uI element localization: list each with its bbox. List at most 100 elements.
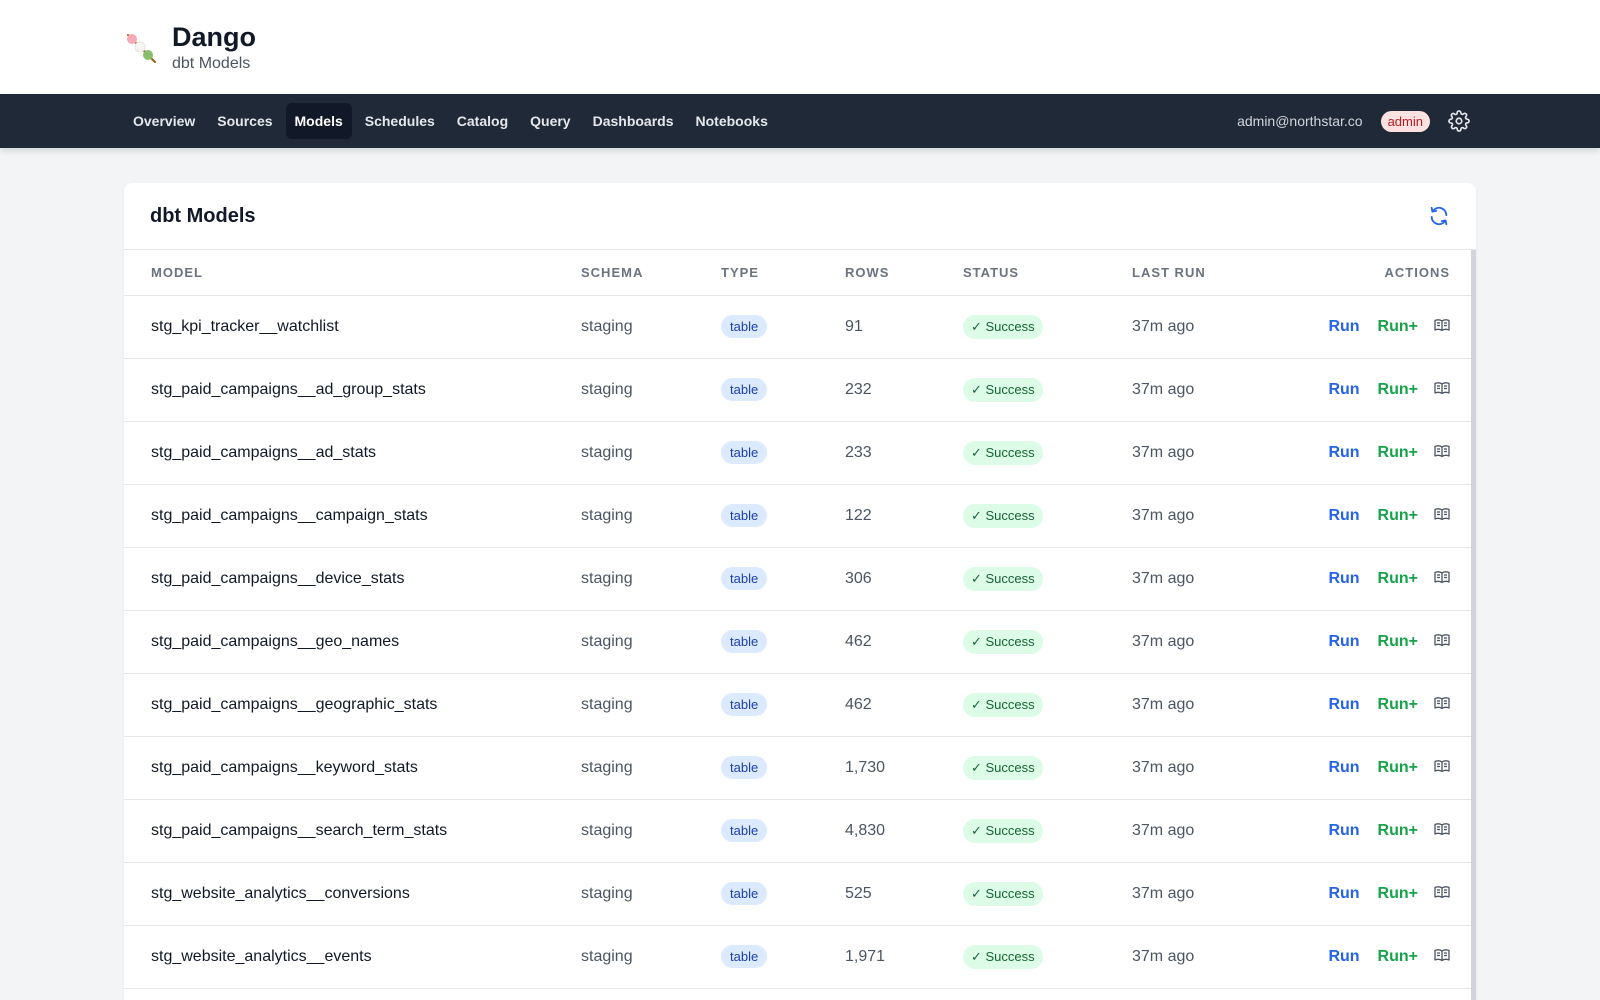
run-plus-button[interactable]: Run+ [1378, 633, 1418, 650]
run-plus-button[interactable]: Run+ [1378, 948, 1418, 965]
refresh-icon[interactable] [1428, 205, 1450, 227]
rows-cell: 525 [845, 884, 872, 902]
table-header-row: MODEL SCHEMA TYPE ROWS STATUS LAST RUN A… [124, 250, 1472, 296]
book-icon[interactable] [1434, 759, 1450, 773]
book-icon[interactable] [1434, 507, 1450, 521]
type-badge: table [721, 693, 768, 716]
run-button[interactable]: Run [1328, 318, 1359, 335]
last-run-cell: 37m ago [1132, 317, 1195, 335]
status-badge: ✓ Success [963, 818, 1043, 843]
model-name[interactable]: stg_website_analytics__events [151, 948, 372, 965]
book-icon[interactable] [1434, 444, 1450, 458]
last-run-cell: 37m ago [1132, 569, 1195, 587]
run-plus-button[interactable]: Run+ [1378, 822, 1418, 839]
models-table: MODEL SCHEMA TYPE ROWS STATUS LAST RUN A… [124, 250, 1472, 989]
book-icon[interactable] [1434, 633, 1450, 647]
status-badge: ✓ Success [963, 503, 1043, 528]
run-button[interactable]: Run [1328, 822, 1359, 839]
rows-cell: 4,830 [845, 821, 886, 839]
book-icon[interactable] [1434, 570, 1450, 584]
nav-item-catalog[interactable]: Catalog [448, 103, 517, 139]
rows-cell: 91 [845, 317, 863, 335]
model-name[interactable]: stg_paid_campaigns__ad_stats [151, 444, 376, 461]
run-plus-button[interactable]: Run+ [1378, 381, 1418, 398]
run-plus-button[interactable]: Run+ [1378, 570, 1418, 587]
run-plus-button[interactable]: Run+ [1378, 444, 1418, 461]
run-button[interactable]: Run [1328, 759, 1359, 776]
run-button[interactable]: Run [1328, 696, 1359, 713]
column-header-actions: ACTIONS [1297, 250, 1472, 296]
nav-item-dashboards[interactable]: Dashboards [584, 103, 683, 139]
nav-items: Overview Sources Models Schedules Catalog Que… [124, 103, 781, 139]
app-header: Dango dbt Models [0, 0, 1600, 94]
schema-cell: staging [581, 947, 633, 965]
column-header-schema: SCHEMA [581, 250, 721, 296]
book-icon[interactable] [1434, 381, 1450, 395]
rows-cell: 232 [845, 380, 872, 398]
table-row: stg_paid_campaigns__search_term_stats sta… [124, 799, 1472, 863]
schema-cell: staging [581, 758, 633, 776]
nav-item-schedules[interactable]: Schedules [356, 103, 444, 139]
app-subtitle: dbt Models [172, 54, 251, 72]
table-row: stg_website_analytics__events staging tabl… [124, 925, 1472, 989]
run-plus-button[interactable]: Run+ [1378, 696, 1418, 713]
schema-cell: staging [581, 884, 633, 902]
run-button[interactable]: Run [1328, 570, 1359, 587]
models-card: dbt Models MODEL SCHEMA TYPE ROWS STATUS… [124, 183, 1476, 1000]
book-icon[interactable] [1434, 822, 1450, 836]
type-badge: table [721, 882, 768, 905]
run-plus-button[interactable]: Run+ [1378, 507, 1418, 524]
model-name[interactable]: stg_paid_campaigns__search_term_stats [151, 822, 447, 839]
nav-item-sources[interactable]: Sources [208, 103, 281, 139]
run-plus-button[interactable]: Run+ [1378, 318, 1418, 335]
last-run-cell: 37m ago [1132, 443, 1195, 461]
type-badge: table [721, 945, 768, 968]
run-plus-button[interactable]: Run+ [1378, 759, 1418, 776]
run-button[interactable]: Run [1328, 948, 1359, 965]
model-name[interactable]: stg_paid_campaigns__device_stats [151, 570, 405, 587]
status-badge: ✓ Success [963, 629, 1043, 654]
nav-item-query[interactable]: Query [521, 103, 579, 139]
rows-cell: 122 [845, 506, 872, 524]
model-name[interactable]: stg_paid_campaigns__geographic_stats [151, 696, 437, 713]
type-badge: table [721, 567, 768, 590]
last-run-cell: 37m ago [1132, 821, 1195, 839]
nav-item-overview[interactable]: Overview [124, 103, 204, 139]
run-button[interactable]: Run [1328, 885, 1359, 902]
rows-cell: 233 [845, 443, 872, 461]
status-badge: ✓ Success [963, 692, 1043, 717]
model-name[interactable]: stg_kpi_tracker__watchlist [151, 318, 339, 335]
type-badge: table [721, 819, 768, 842]
model-name[interactable]: stg_paid_campaigns__geo_names [151, 633, 399, 650]
book-icon[interactable] [1434, 318, 1450, 332]
nav-item-models[interactable]: Models [285, 103, 352, 139]
run-button[interactable]: Run [1328, 633, 1359, 650]
run-plus-button[interactable]: Run+ [1378, 885, 1418, 902]
book-icon[interactable] [1434, 885, 1450, 899]
schema-cell: staging [581, 506, 633, 524]
model-name[interactable]: stg_paid_campaigns__ad_group_stats [151, 381, 426, 398]
run-button[interactable]: Run [1328, 507, 1359, 524]
nav-item-notebooks[interactable]: Notebooks [687, 103, 777, 139]
book-icon[interactable] [1434, 696, 1450, 710]
type-badge: table [721, 756, 768, 779]
run-button[interactable]: Run [1328, 381, 1359, 398]
scrollbar[interactable] [1471, 250, 1476, 1000]
run-button[interactable]: Run [1328, 444, 1359, 461]
card-title: dbt Models [150, 204, 256, 227]
model-name[interactable]: stg_paid_campaigns__keyword_stats [151, 759, 418, 776]
card-header: dbt Models [124, 183, 1476, 250]
last-run-cell: 37m ago [1132, 947, 1195, 965]
table-row: stg_website_analytics__conversions stagin… [124, 862, 1472, 926]
gear-icon[interactable] [1448, 110, 1470, 132]
schema-cell: staging [581, 443, 633, 461]
schema-cell: staging [581, 569, 633, 587]
status-badge: ✓ Success [963, 566, 1043, 591]
model-name[interactable]: stg_paid_campaigns__campaign_stats [151, 507, 428, 524]
book-icon[interactable] [1434, 948, 1450, 962]
table-body: stg_kpi_tracker__watchliststaging table 91… [124, 295, 1472, 989]
model-name[interactable]: stg_website_analytics__conversions [151, 885, 410, 902]
status-badge: ✓ Success [963, 440, 1043, 465]
column-header-rows: ROWS [845, 250, 963, 296]
status-badge: ✓ Success [963, 377, 1043, 402]
